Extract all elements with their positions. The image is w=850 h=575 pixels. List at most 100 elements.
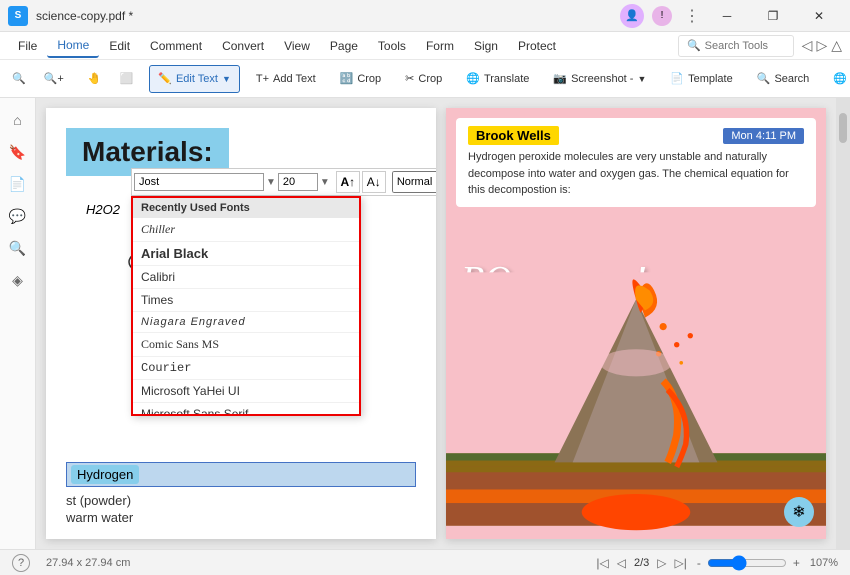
format-select[interactable]: Normal [392, 171, 436, 193]
sidebar-layers-icon[interactable]: ◈ [4, 266, 32, 294]
more-options-icon[interactable]: ⋮ [680, 6, 704, 26]
font-item-sans-serif[interactable]: Microsoft Sans Serif [133, 403, 359, 416]
zoom-out-button[interactable]: 🔍 [4, 65, 34, 93]
nav-back-icon[interactable]: ◁ [802, 37, 813, 54]
font-item-comic-sans[interactable]: Comic Sans MS [133, 333, 359, 357]
font-size-arrow[interactable]: ▼ [320, 177, 330, 188]
zoom-slider[interactable] [707, 555, 787, 571]
font-item-courier[interactable]: Courier [133, 357, 359, 380]
selected-content-area: Hydrogen st (powder) warm water [66, 462, 416, 525]
crop-button[interactable]: ✂ Crop [397, 65, 450, 93]
ocr-icon: 🔡 [340, 72, 354, 85]
window-controls: 👤 ! ⋮ ─ ❐ ✕ [620, 0, 842, 32]
author-name: Brook Wells [468, 126, 559, 145]
prev-page-button[interactable]: ◁ [617, 556, 626, 570]
add-text-button[interactable]: T+ Add Text [248, 65, 324, 93]
sidebar-bookmark-icon[interactable]: 🔖 [4, 138, 32, 166]
search-button[interactable]: 🔍 Search [749, 65, 818, 93]
search-icon: 🔍 [757, 72, 771, 85]
pdf-area: Materials: H2O2 Active Site + [36, 98, 850, 549]
hand-icon: 🤚 [88, 72, 102, 85]
zoom-out-icon: 🔍 [12, 72, 26, 85]
font-item-calibri[interactable]: Calibri [133, 266, 359, 289]
menu-tools[interactable]: Tools [368, 35, 416, 57]
font-item-niagara[interactable]: Niagara Engraved [133, 312, 359, 333]
sidebar-search-icon[interactable]: 🔍 [4, 234, 32, 262]
volcano-illustration [446, 259, 826, 539]
font-name-input[interactable] [134, 173, 264, 191]
font-list-container[interactable]: Recently Used Fonts Chiller Arial Black … [131, 196, 361, 416]
info-box: Brook Wells Mon 4:11 PM Hydrogen peroxid… [456, 118, 816, 207]
search-tools-icon: 🔍 [687, 39, 701, 52]
nav-up-icon[interactable]: △ [831, 37, 842, 54]
sidebar-page-icon[interactable]: 📄 [4, 170, 32, 198]
select-tool-button[interactable]: ⬜ [112, 65, 142, 93]
menubar: File Home Edit Comment Convert View Page… [0, 32, 850, 60]
menu-form[interactable]: Form [416, 35, 464, 57]
menu-file[interactable]: File [8, 35, 47, 57]
screenshot-button[interactable]: 📷 Screenshot - ▼ [545, 65, 654, 93]
translate-icon: 🌐 [466, 72, 480, 85]
help-icon[interactable]: ? [12, 554, 30, 572]
font-decrease-button[interactable]: A↓ [362, 171, 386, 193]
menu-sign[interactable]: Sign [464, 35, 508, 57]
sidebar-home-icon[interactable]: ⌂ [4, 106, 32, 134]
template-button[interactable]: 📄 Template [662, 65, 740, 93]
minimize-button[interactable]: ─ [704, 0, 750, 32]
screenshot-label: Screenshot - [571, 73, 633, 85]
h2o2-label: H2O2 [86, 202, 120, 217]
search-tools-bar[interactable]: 🔍 [678, 35, 794, 57]
app-icon: S [8, 6, 28, 26]
font-increase-button[interactable]: A↑ [336, 171, 360, 193]
menu-view[interactable]: View [274, 35, 320, 57]
nav-forward-icon[interactable]: ▷ [816, 37, 827, 54]
crop-icon: ✂ [405, 72, 414, 85]
translate-button[interactable]: 🌐 Translate [458, 65, 537, 93]
powder-text: st (powder) [66, 493, 416, 508]
sidebar-comment-icon[interactable]: 💬 [4, 202, 32, 230]
user-avatar[interactable]: 👤 [620, 4, 644, 28]
restore-button[interactable]: ❐ [750, 0, 796, 32]
search-tools-input[interactable] [705, 40, 785, 52]
wikipedia-button[interactable]: 🌐 Wikipedia [825, 65, 850, 93]
first-page-button[interactable]: |◁ [596, 556, 608, 570]
menu-edit[interactable]: Edit [99, 35, 140, 57]
font-size-input[interactable] [278, 173, 318, 191]
font-item-yahei[interactable]: Microsoft YaHei UI [133, 380, 359, 403]
nav-back-forward[interactable]: ◁ ▷ △ [802, 37, 842, 54]
hand-tool-button[interactable]: 🤚 [80, 65, 110, 93]
scroll-thumb[interactable] [839, 113, 847, 143]
font-item-times[interactable]: Times [133, 289, 359, 312]
screenshot-dropdown-icon[interactable]: ▼ [637, 74, 646, 84]
font-item-arial-black[interactable]: Arial Black [133, 242, 359, 266]
page-info: 2/3 [634, 557, 649, 569]
notification-icon[interactable]: ! [652, 6, 672, 26]
ocr-button[interactable]: 🔡 Crop [332, 65, 390, 93]
right-scrollbar[interactable] [836, 98, 850, 549]
edit-text-dropdown-icon[interactable]: ▼ [222, 74, 231, 84]
zoom-out-status-button[interactable]: - [695, 556, 703, 570]
zoom-in-button[interactable]: 🔍+ [36, 65, 72, 93]
menu-convert[interactable]: Convert [212, 35, 274, 57]
hydrogen-selected: Hydrogen [66, 462, 416, 487]
warm-water-text: warm water [66, 510, 416, 525]
statusbar: ? 27.94 x 27.94 cm |◁ ◁ 2/3 ▷ ▷| - + 107… [0, 549, 850, 575]
zoom-in-icon: 🔍+ [44, 72, 64, 85]
zoom-controls: - + 107% [695, 555, 838, 571]
main-area: ⌂ 🔖 📄 💬 🔍 ◈ Materials: H2O2 Active Site [0, 98, 850, 549]
translate-label: Translate [484, 73, 529, 85]
menu-page[interactable]: Page [320, 35, 368, 57]
menu-comment[interactable]: Comment [140, 35, 212, 57]
zoom-in-status-button[interactable]: + [791, 556, 802, 570]
next-page-button[interactable]: ▷ [657, 556, 666, 570]
font-dropdown-arrow[interactable]: ▼ [266, 177, 276, 188]
window-title: science-copy.pdf * [36, 9, 620, 23]
menu-protect[interactable]: Protect [508, 35, 566, 57]
bottom-right-badge[interactable]: ❄ [784, 497, 814, 527]
titlebar: S science-copy.pdf * 👤 ! ⋮ ─ ❐ ✕ [0, 0, 850, 32]
font-item-chiller[interactable]: Chiller [133, 218, 359, 242]
close-button[interactable]: ✕ [796, 0, 842, 32]
menu-home[interactable]: Home [47, 34, 99, 58]
edit-text-button[interactable]: ✏️ Edit Text ▼ [149, 65, 240, 93]
last-page-button[interactable]: ▷| [674, 556, 686, 570]
